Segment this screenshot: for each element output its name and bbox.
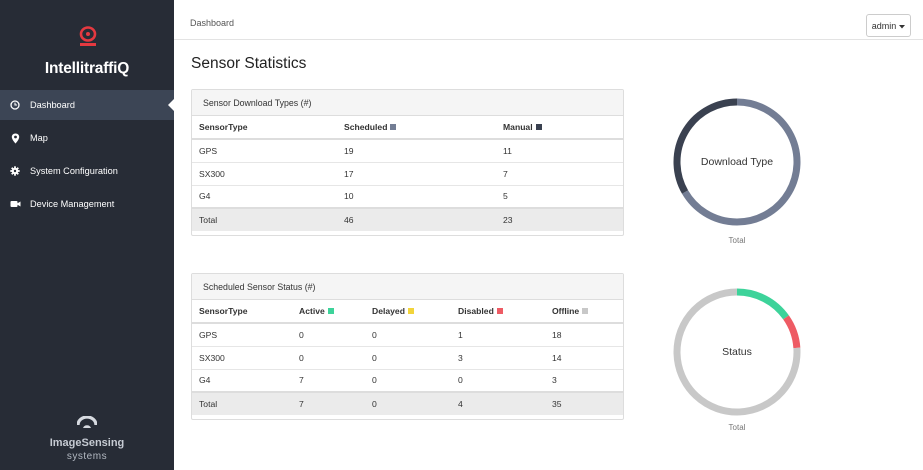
sidebar-item-label: Dashboard — [30, 100, 75, 110]
table-cell: 17 — [337, 161, 496, 185]
legend-swatch — [407, 307, 414, 314]
clock-icon — [0, 100, 30, 110]
user-menu-label: admin — [871, 20, 897, 31]
table-cell: 0 — [365, 322, 451, 346]
table-cell: 0 — [451, 368, 545, 392]
company-name: ImageSensing — [49, 437, 125, 449]
table-cell: 0 — [292, 345, 365, 369]
sidebar-item-label: System Configuration — [30, 166, 118, 176]
table-cell: 5 — [496, 184, 623, 208]
sidebar: IntellitraffiQ Dashboard Map System Conf… — [0, 0, 174, 470]
table-row: SX300 0 0 3 14 — [192, 345, 623, 369]
chart-center-label: Download Type — [700, 156, 774, 168]
table-cell: 11 — [496, 138, 623, 162]
total-row: Total 46 23 — [192, 207, 623, 231]
table-cell: 1 — [451, 322, 545, 346]
column-header: Scheduled — [337, 116, 496, 140]
table-row: G4 10 5 — [192, 184, 623, 208]
table-cell: 0 — [365, 368, 451, 392]
caret-down-icon — [899, 21, 906, 31]
sensor-status-table: SensorType Active Delayed Disabled Offli… — [192, 300, 623, 415]
sidebar-item-dashboard[interactable]: Dashboard — [0, 90, 174, 120]
column-header: Disabled — [451, 300, 545, 324]
table-header-row: SensorType Active Delayed Disabled Offli… — [192, 300, 623, 324]
sidebar-item-device-management[interactable]: Device Management — [0, 189, 174, 219]
column-header: Delayed — [365, 300, 451, 324]
chart-center-label: Status — [722, 346, 752, 358]
table-cell: GPS — [192, 322, 292, 346]
table-cell: Total — [192, 391, 292, 415]
sidebar-item-label: Device Management — [30, 199, 115, 209]
company-logo-icon — [0, 415, 174, 432]
table-cell: 19 — [337, 138, 496, 162]
chart-caption: Total — [728, 423, 746, 432]
column-header: Offline — [545, 300, 623, 324]
panel-heading: Scheduled Sensor Status (#) — [192, 274, 623, 300]
table-cell: GPS — [192, 138, 337, 162]
user-menu-button[interactable]: admin — [866, 14, 911, 37]
page-title: Sensor Statistics — [191, 55, 307, 72]
sidebar-item-system-configuration[interactable]: System Configuration — [0, 156, 174, 186]
legend-swatch — [496, 307, 503, 314]
gear-icon — [0, 166, 30, 176]
table-row: G4 7 0 0 3 — [192, 368, 623, 392]
legend-swatch — [390, 123, 397, 130]
column-header: Active — [292, 300, 365, 324]
column-header: Manual — [496, 116, 623, 140]
download-types-panel: Sensor Download Types (#) SensorType Sch… — [191, 89, 624, 236]
table-cell: SX300 — [192, 345, 292, 369]
map-pin-icon — [0, 133, 30, 144]
table-header-row: SensorType Scheduled Manual — [192, 116, 623, 140]
table-cell: 23 — [496, 207, 623, 231]
table-cell: G4 — [192, 184, 337, 208]
column-header: SensorType — [192, 116, 337, 140]
donut-slice-manual — [673, 98, 738, 194]
table-cell: G4 — [192, 368, 292, 392]
table-cell: 0 — [292, 322, 365, 346]
sidebar-item-map[interactable]: Map — [0, 123, 174, 153]
donut-slice-disabled — [783, 315, 801, 349]
table-cell: 3 — [545, 368, 623, 392]
table-row: GPS 19 11 — [192, 138, 623, 162]
breadcrumb[interactable]: Dashboard — [190, 18, 234, 28]
table-row: GPS 0 0 1 18 — [192, 322, 623, 346]
top-bar: Dashboard admin — [174, 6, 923, 40]
table-cell: 0 — [365, 391, 451, 415]
legend-swatch — [582, 307, 589, 314]
brand-name: IntellitraffiQ — [44, 60, 130, 77]
table-cell: 7 — [496, 161, 623, 185]
chart-caption: Total — [728, 236, 746, 245]
table-cell: 3 — [451, 345, 545, 369]
table-cell: 35 — [545, 391, 623, 415]
table-cell: 7 — [292, 391, 365, 415]
table-cell: 0 — [365, 345, 451, 369]
total-row: Total 7 0 4 35 — [192, 391, 623, 415]
column-header: SensorType — [192, 300, 292, 324]
download-types-table: SensorType Scheduled Manual GPS 19 11 SX… — [192, 116, 623, 231]
table-cell: 14 — [545, 345, 623, 369]
legend-swatch — [535, 123, 542, 130]
table-cell: 18 — [545, 322, 623, 346]
table-cell: 7 — [292, 368, 365, 392]
table-row: SX300 17 7 — [192, 161, 623, 185]
active-caret-icon — [168, 99, 174, 111]
table-cell: 4 — [451, 391, 545, 415]
table-cell: SX300 — [192, 161, 337, 185]
sensor-status-panel: Scheduled Sensor Status (#) SensorType A… — [191, 273, 624, 420]
donut-slice-active — [736, 288, 789, 320]
company-subtitle: systems — [66, 451, 108, 462]
panel-heading: Sensor Download Types (#) — [192, 90, 623, 116]
sidebar-item-label: Map — [30, 133, 48, 143]
camera-icon — [0, 200, 30, 208]
brand-logo-icon — [79, 26, 97, 46]
table-cell: 46 — [337, 207, 496, 231]
table-cell: 10 — [337, 184, 496, 208]
legend-swatch — [327, 307, 334, 314]
table-cell: Total — [192, 207, 337, 231]
